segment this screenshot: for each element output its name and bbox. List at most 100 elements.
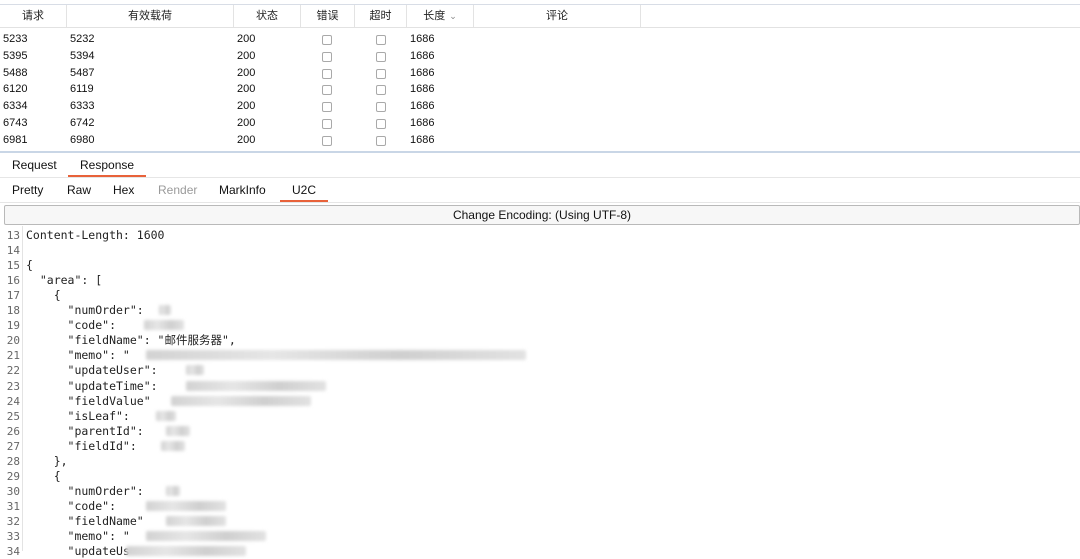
line-number: 16	[6, 274, 20, 288]
code-text: "fieldId":	[26, 438, 137, 453]
column-header-comment[interactable]: 评论	[474, 5, 641, 27]
tab-hex[interactable]: Hex	[101, 178, 146, 202]
code-line: 13 Content-Length: 1600	[0, 228, 1080, 243]
redacted-value	[171, 395, 311, 406]
table-cell-payload: 6333	[70, 100, 95, 113]
table-header: 请求 有效载荷 状态 错误 超时 长度 ⌄ 评论	[0, 5, 1080, 28]
table-cell-status: 200	[237, 117, 256, 129]
line-number: 13	[6, 229, 20, 242]
code-text: {	[26, 468, 61, 483]
timeout-checkbox[interactable]	[376, 102, 386, 113]
tab-raw[interactable]: Raw	[55, 178, 103, 202]
timeout-checkbox[interactable]	[376, 35, 386, 45]
timeout-checkbox[interactable]	[376, 51, 386, 62]
tab-pretty[interactable]: Pretty	[0, 178, 55, 202]
table-row[interactable]: 6334 6333 200 1686	[0, 98, 1080, 115]
code-line: 17 {	[0, 288, 1080, 303]
table-row[interactable]: 5395 5394 200 1686	[0, 48, 1080, 65]
code-text: "updateUs	[26, 544, 130, 559]
column-header-error[interactable]: 错误	[301, 5, 355, 27]
table-cell-payload: 5487	[70, 66, 95, 79]
code-line: 24 "fieldValue"	[0, 394, 1080, 409]
tab-request[interactable]: Request	[0, 153, 69, 177]
redacted-value	[144, 320, 184, 331]
redacted-value	[161, 440, 185, 451]
timeout-checkbox[interactable]	[376, 135, 386, 146]
sort-chevron-down-icon: ⌄	[449, 11, 457, 21]
line-number: 14	[6, 244, 20, 258]
table-cell-status: 200	[237, 83, 256, 96]
table-cell-length: 1686	[410, 100, 435, 113]
change-encoding-button[interactable]: Change Encoding: (Using UTF-8)	[4, 205, 1080, 225]
line-number: 18	[6, 304, 20, 318]
code-line: 15 {	[0, 258, 1080, 273]
table-cell-request: 5233	[3, 33, 28, 45]
redacted-value	[186, 380, 326, 391]
code-line: 26 "parentId":	[0, 424, 1080, 439]
code-line: 23 "updateTime":	[0, 379, 1080, 394]
message-tabs: Request Response	[0, 153, 1080, 178]
redacted-value	[166, 485, 180, 496]
code-line: 29 {	[0, 469, 1080, 484]
redacted-value	[166, 515, 226, 526]
redacted-value	[186, 365, 204, 376]
table-cell-status: 200	[237, 133, 256, 146]
line-number: 22	[6, 364, 20, 378]
tab-u2c[interactable]: U2C	[280, 178, 329, 202]
timeout-checkbox[interactable]	[376, 68, 386, 79]
tab-render[interactable]: Render	[146, 178, 209, 202]
table-row[interactable]: 5233 5232 200 1686	[0, 31, 1080, 48]
code-line: 21 "memo": "	[0, 348, 1080, 363]
code-line: 16 "area": [	[0, 273, 1080, 288]
error-checkbox[interactable]	[322, 85, 332, 96]
column-header-length[interactable]: 长度 ⌄	[407, 5, 474, 27]
table-cell-length: 1686	[410, 133, 435, 146]
code-text: "fieldValue"	[26, 393, 151, 408]
code-text: "numOrder":	[26, 483, 144, 498]
error-checkbox[interactable]	[322, 68, 332, 79]
table-cell-payload: 6742	[70, 117, 95, 129]
table-row[interactable]: 6120 6119 200 1686	[0, 81, 1080, 98]
line-number: 19	[6, 319, 20, 333]
error-checkbox[interactable]	[322, 35, 332, 45]
column-header-timeout[interactable]: 超时	[355, 5, 407, 27]
table-cell-request: 5395	[3, 49, 28, 62]
code-line: 34 "updateUs	[0, 544, 1080, 559]
table-cell-length: 1686	[410, 83, 435, 96]
column-header-status[interactable]: 状态	[234, 5, 301, 27]
column-header-payload[interactable]: 有效载荷	[67, 5, 234, 27]
table-row[interactable]: 6981 6980 200 1686	[0, 132, 1080, 149]
code-text: "isLeaf":	[26, 408, 130, 423]
redacted-value	[156, 410, 176, 421]
code-line: 19 "code":	[0, 318, 1080, 333]
column-header-request[interactable]: 请求	[0, 5, 67, 27]
error-checkbox[interactable]	[322, 102, 332, 113]
error-checkbox[interactable]	[322, 119, 332, 129]
line-number: 31	[6, 499, 20, 513]
line-number: 23	[6, 379, 20, 393]
table-row[interactable]: 5488 5487 200 1686	[0, 65, 1080, 82]
code-line: 31 "code":	[0, 499, 1080, 514]
table-cell-request: 6981	[3, 133, 28, 146]
error-checkbox[interactable]	[322, 51, 332, 62]
table-cell-payload: 6119	[70, 83, 94, 96]
tab-markinfo[interactable]: MarkInfo	[207, 178, 278, 202]
response-editor[interactable]: 13 Content-Length: 1600 14 15{16 "area": [1…	[0, 226, 1080, 558]
tab-response[interactable]: Response	[68, 153, 147, 177]
table-row[interactable]: 6743 6742 200 1686	[0, 115, 1080, 132]
view-tabs: Pretty Raw Hex Render MarkInfo U2C	[0, 178, 1080, 203]
line-number: 26	[6, 424, 20, 438]
line-number: 30	[6, 484, 20, 498]
redacted-value	[146, 531, 266, 541]
timeout-checkbox[interactable]	[376, 119, 386, 129]
timeout-checkbox[interactable]	[376, 85, 386, 96]
code-line: 18 "numOrder":	[0, 303, 1080, 318]
table-cell-payload: 5394	[70, 49, 95, 62]
table-cell-length: 1686	[410, 49, 435, 62]
code-line: 25 "isLeaf":	[0, 409, 1080, 424]
table-cell-payload: 6980	[70, 133, 95, 146]
code-text: "area": [	[26, 273, 103, 288]
line-number: 29	[6, 469, 20, 483]
table-cell-length: 1686	[410, 33, 435, 45]
error-checkbox[interactable]	[322, 135, 332, 146]
